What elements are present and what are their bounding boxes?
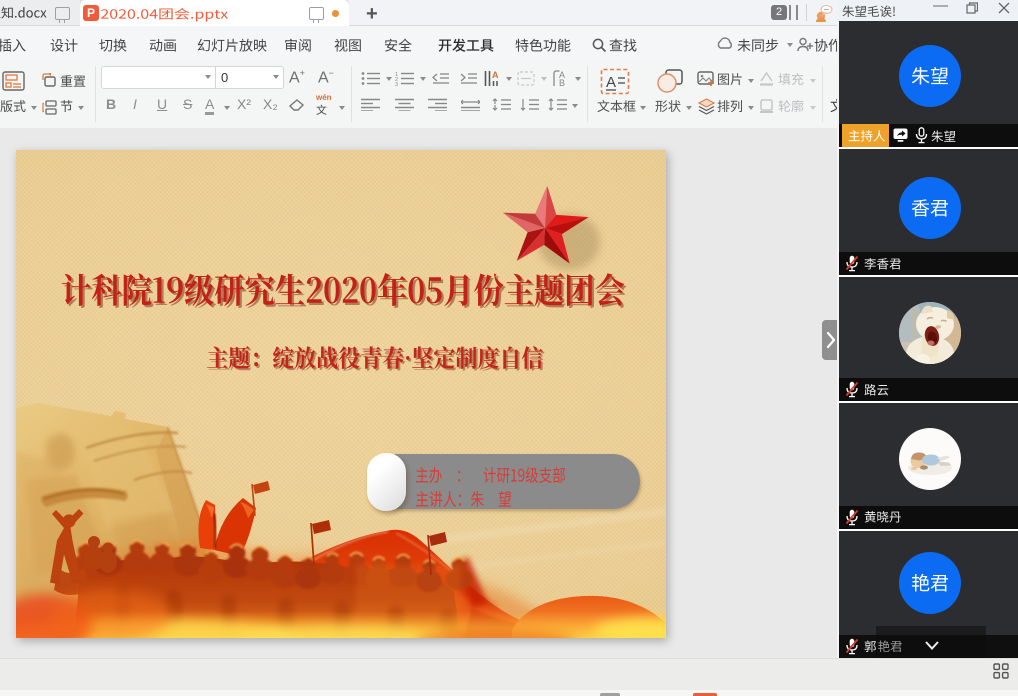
svg-text:A: A xyxy=(492,70,499,80)
svg-text:3: 3 xyxy=(395,82,398,86)
svg-text:B: B xyxy=(559,78,565,87)
svg-text:A: A xyxy=(606,74,616,91)
